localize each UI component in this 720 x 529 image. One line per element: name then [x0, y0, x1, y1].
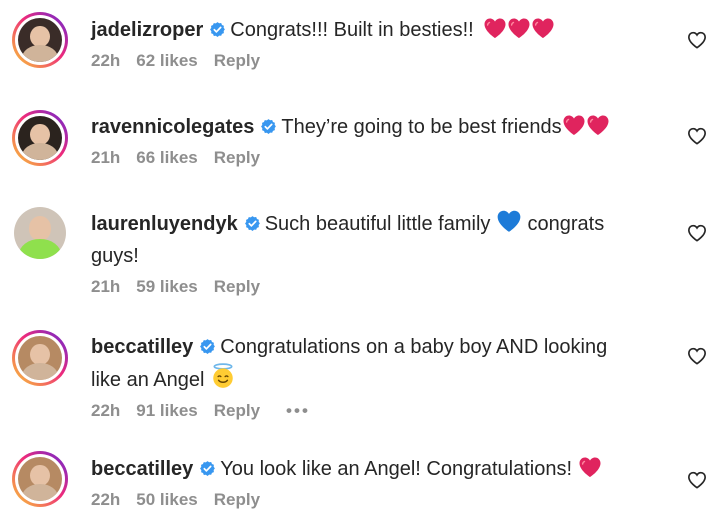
like-heart-icon[interactable] — [687, 470, 707, 490]
comment-username[interactable]: laurenluyendyk — [91, 213, 238, 235]
comment-username[interactable]: jadelizroper — [91, 19, 203, 41]
comment-likes[interactable]: 62 likes — [136, 51, 197, 70]
verified-badge-icon — [199, 460, 216, 477]
comment-likes[interactable]: 59 likes — [136, 277, 197, 296]
red-heart-emoji-icon — [578, 456, 602, 478]
reply-button[interactable]: Reply — [214, 401, 260, 420]
verified-badge-icon — [209, 21, 226, 38]
avatar[interactable] — [12, 110, 68, 166]
comment-time: 21h — [91, 277, 121, 296]
more-options-button[interactable]: ••• — [286, 401, 310, 420]
red-heart-emoji-icon — [507, 17, 531, 39]
like-heart-icon[interactable] — [687, 346, 707, 366]
avatar[interactable] — [12, 12, 68, 68]
smiling-face-with-halo-emoji-icon — [210, 363, 236, 389]
comment-text: Congrats!!! Built in besties!! — [230, 19, 474, 41]
verified-badge-icon — [199, 338, 216, 355]
red-heart-emoji-icon — [562, 114, 586, 136]
comment-likes[interactable]: 66 likes — [136, 148, 197, 167]
like-heart-icon[interactable] — [687, 126, 707, 146]
like-heart-icon[interactable] — [687, 30, 707, 50]
red-heart-emoji-icon — [531, 17, 555, 39]
comment-text-line: laurenluyendyk Such beautiful little fami… — [91, 208, 661, 240]
comment-time: 21h — [91, 148, 121, 167]
like-heart-icon[interactable] — [687, 223, 707, 243]
comment-text: You look like an Angel! Congratulations! — [220, 458, 573, 480]
comment-meta: 22h 50 likes Reply — [91, 489, 661, 511]
reply-button[interactable]: Reply — [214, 490, 260, 509]
comment-meta: 22h 91 likes Reply ••• — [91, 400, 661, 422]
comment-meta: 21h 59 likes Reply — [91, 276, 661, 298]
comment-time: 22h — [91, 401, 121, 420]
comment-text: congrats — [527, 213, 605, 235]
comment-text-line: like an Angel — [91, 363, 661, 396]
red-heart-emoji-icon — [586, 114, 610, 136]
comment-meta: 22h 62 likes Reply — [91, 50, 661, 72]
comment-text-line: jadelizroper Congrats!!! Built in besties… — [91, 14, 661, 46]
comment-meta: 21h 66 likes Reply — [91, 147, 661, 169]
reply-button[interactable]: Reply — [214, 51, 260, 70]
comment-text-line: beccatilley Congratulations on a baby boy… — [91, 331, 661, 363]
reply-button[interactable]: Reply — [214, 148, 260, 167]
reply-button[interactable]: Reply — [214, 277, 260, 296]
comment-username[interactable]: beccatilley — [91, 336, 193, 358]
comment-username[interactable]: ravennicolegates — [91, 116, 254, 138]
comment-time: 22h — [91, 490, 121, 509]
comment-text-line: guys! — [91, 240, 661, 272]
comment-text-line: beccatilley You look like an Angel! Congr… — [91, 453, 661, 485]
comment-time: 22h — [91, 51, 121, 70]
red-heart-emoji-icon — [483, 17, 507, 39]
comment-list: jadelizroper Congrats!!! Built in besties… — [0, 0, 720, 529]
verified-badge-icon — [260, 118, 277, 135]
avatar[interactable] — [12, 205, 68, 261]
comment-username[interactable]: beccatilley — [91, 458, 193, 480]
comment-text: They’re going to be best friends — [281, 116, 562, 138]
comment-text: Such beautiful little family — [264, 213, 491, 235]
comment-likes[interactable]: 50 likes — [136, 490, 197, 509]
comment-text: like an Angel — [91, 369, 205, 391]
comment-text: guys! — [91, 245, 139, 267]
comment-text: Congratulations on a baby boy AND lookin… — [220, 336, 608, 358]
avatar[interactable] — [12, 330, 68, 386]
avatar[interactable] — [12, 451, 68, 507]
blue-heart-emoji-icon — [496, 209, 522, 233]
comment-text-line: ravennicolegates They’re going to be best… — [91, 111, 661, 143]
verified-badge-icon — [244, 215, 261, 232]
comment-likes[interactable]: 91 likes — [136, 401, 197, 420]
